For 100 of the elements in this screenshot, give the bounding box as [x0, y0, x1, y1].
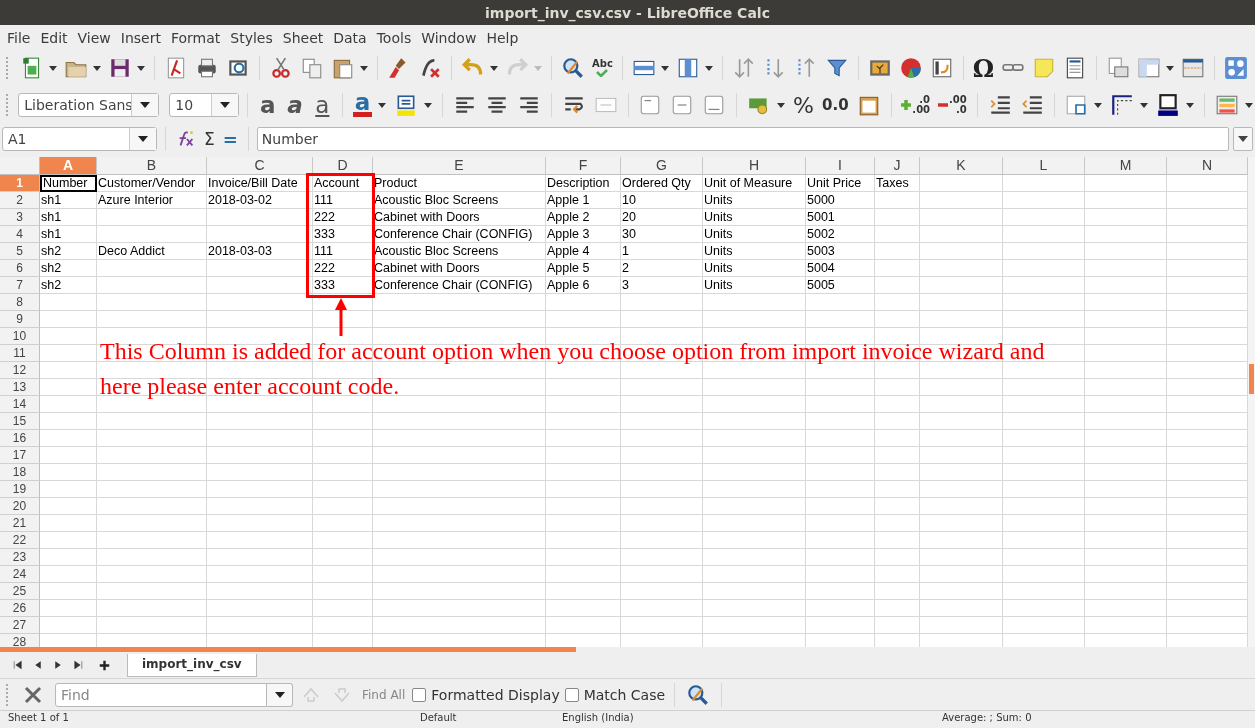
pie-chart-icon[interactable]	[898, 56, 923, 80]
first-sheet-icon[interactable]	[12, 659, 24, 671]
row-header[interactable]: 19	[0, 481, 40, 498]
save-icon[interactable]	[108, 56, 132, 80]
menu-item[interactable]: Window	[416, 29, 482, 46]
column-header[interactable]: G	[621, 157, 703, 175]
row-header[interactable]: 7	[0, 277, 40, 294]
menu-item[interactable]: Styles	[225, 29, 278, 46]
bold-button[interactable]: a	[258, 92, 278, 118]
row-header[interactable]: 9	[0, 311, 40, 328]
row-header[interactable]: 8	[0, 294, 40, 311]
delete-decimal-button[interactable]: .00 .0	[938, 95, 967, 115]
caret-icon[interactable]	[274, 691, 285, 698]
font-color-button[interactable]: a	[352, 93, 373, 117]
conditional-format-icon[interactable]	[1215, 93, 1240, 117]
caret-icon[interactable]	[138, 136, 148, 142]
underline-button[interactable]: a	[312, 92, 332, 118]
row-header[interactable]: 21	[0, 515, 40, 532]
caret-icon[interactable]	[1245, 102, 1254, 108]
caret-icon[interactable]	[378, 102, 387, 108]
border-style-icon[interactable]	[1110, 93, 1135, 117]
menu-item[interactable]: File	[2, 29, 36, 46]
dropdown-button[interactable]	[267, 682, 293, 707]
checkbox-label[interactable]: Match Case	[583, 686, 666, 703]
row-header[interactable]: 24	[0, 566, 40, 583]
row-header[interactable]: 10	[0, 328, 40, 345]
font-name-field[interactable]: Liberation Sans	[18, 93, 160, 117]
formula-input[interactable]: Number	[256, 127, 1229, 151]
menu-item[interactable]: View	[72, 29, 116, 46]
number-format-button[interactable]: 0.0	[822, 96, 849, 114]
checkbox[interactable]	[564, 687, 579, 702]
formula-button[interactable]: =	[222, 128, 238, 150]
add-sheet-icon[interactable]	[98, 658, 111, 672]
add-decimal-button[interactable]: .0 .00	[901, 95, 931, 115]
column-header[interactable]: K	[920, 157, 1003, 175]
row-header[interactable]: 26	[0, 600, 40, 617]
horizontal-scrollbar[interactable]	[0, 647, 576, 652]
caret-icon[interactable]	[360, 65, 368, 71]
column-header[interactable]: H	[703, 157, 806, 175]
menu-item[interactable]: Tools	[371, 29, 417, 46]
row-header[interactable]: 12	[0, 362, 40, 379]
caret-icon[interactable]	[93, 65, 101, 71]
caret-icon[interactable]	[137, 65, 145, 71]
row-header[interactable]: 23	[0, 549, 40, 566]
menu-item[interactable]: Edit	[35, 29, 73, 46]
row-header[interactable]: 14	[0, 396, 40, 413]
split-window-icon[interactable]	[1181, 56, 1206, 80]
row-header[interactable]: 11	[0, 345, 40, 362]
row-header[interactable]: 15	[0, 413, 40, 430]
border-color-icon[interactable]	[1156, 93, 1181, 117]
caret-icon[interactable]	[1166, 65, 1175, 71]
italic-button[interactable]: a	[285, 92, 305, 118]
caret-icon[interactable]	[490, 65, 498, 71]
caret-icon[interactable]	[1238, 136, 1248, 142]
checkbox-label[interactable]: Formatted Display	[431, 686, 560, 703]
caret-icon[interactable]	[49, 65, 57, 71]
column-header[interactable]: N	[1167, 157, 1248, 175]
caret-icon[interactable]	[1140, 102, 1149, 108]
row-header[interactable]: 3	[0, 209, 40, 226]
copy-icon[interactable]	[300, 56, 324, 80]
name-box[interactable]: A1	[2, 127, 157, 151]
sum-button[interactable]: Σ	[204, 129, 215, 149]
row-header[interactable]: 4	[0, 226, 40, 243]
row-header[interactable]: 13	[0, 379, 40, 396]
caret-icon[interactable]	[704, 65, 713, 71]
menu-item[interactable]: Help	[481, 29, 524, 46]
column-header[interactable]: M	[1085, 157, 1167, 175]
borders-icon[interactable]	[1064, 93, 1089, 117]
caret-icon[interactable]	[220, 102, 231, 108]
sheet-tab[interactable]: import_inv_csv	[127, 653, 257, 677]
find-field[interactable]: Find	[55, 682, 267, 707]
expand-button[interactable]	[1233, 127, 1253, 151]
spellcheck-button[interactable]: Abc	[592, 59, 613, 77]
caret-icon[interactable]	[777, 102, 786, 108]
row-header[interactable]: 17	[0, 447, 40, 464]
column-header[interactable]: C	[207, 157, 313, 175]
find-replace-icon[interactable]	[686, 682, 711, 707]
row-header[interactable]: 25	[0, 583, 40, 600]
printer-icon[interactable]	[195, 56, 219, 80]
column-header[interactable]: I	[806, 157, 875, 175]
menu-item[interactable]: Data	[328, 29, 372, 46]
column-header[interactable]: L	[1003, 157, 1085, 175]
last-sheet-icon[interactable]	[72, 659, 84, 671]
row-header[interactable]: 27	[0, 617, 40, 634]
caret-icon[interactable]	[424, 102, 433, 108]
menu-item[interactable]: Format	[165, 29, 226, 46]
row-header[interactable]: 5	[0, 243, 40, 260]
row-header[interactable]: 18	[0, 464, 40, 481]
column-header[interactable]: J	[875, 157, 920, 175]
row-header[interactable]: 16	[0, 430, 40, 447]
find-replace-icon[interactable]	[561, 56, 585, 80]
caret-icon[interactable]	[660, 65, 669, 71]
special-character-button[interactable]: Ω	[972, 53, 995, 83]
checkbox[interactable]	[412, 687, 427, 702]
scissors-icon[interactable]	[269, 56, 293, 80]
percent-button[interactable]: %	[793, 92, 814, 118]
row-header[interactable]: 2	[0, 192, 40, 209]
shapes-icon[interactable]	[1224, 56, 1249, 80]
menu-item[interactable]: Sheet	[277, 29, 329, 46]
vertical-scrollbar[interactable]	[1248, 157, 1255, 647]
